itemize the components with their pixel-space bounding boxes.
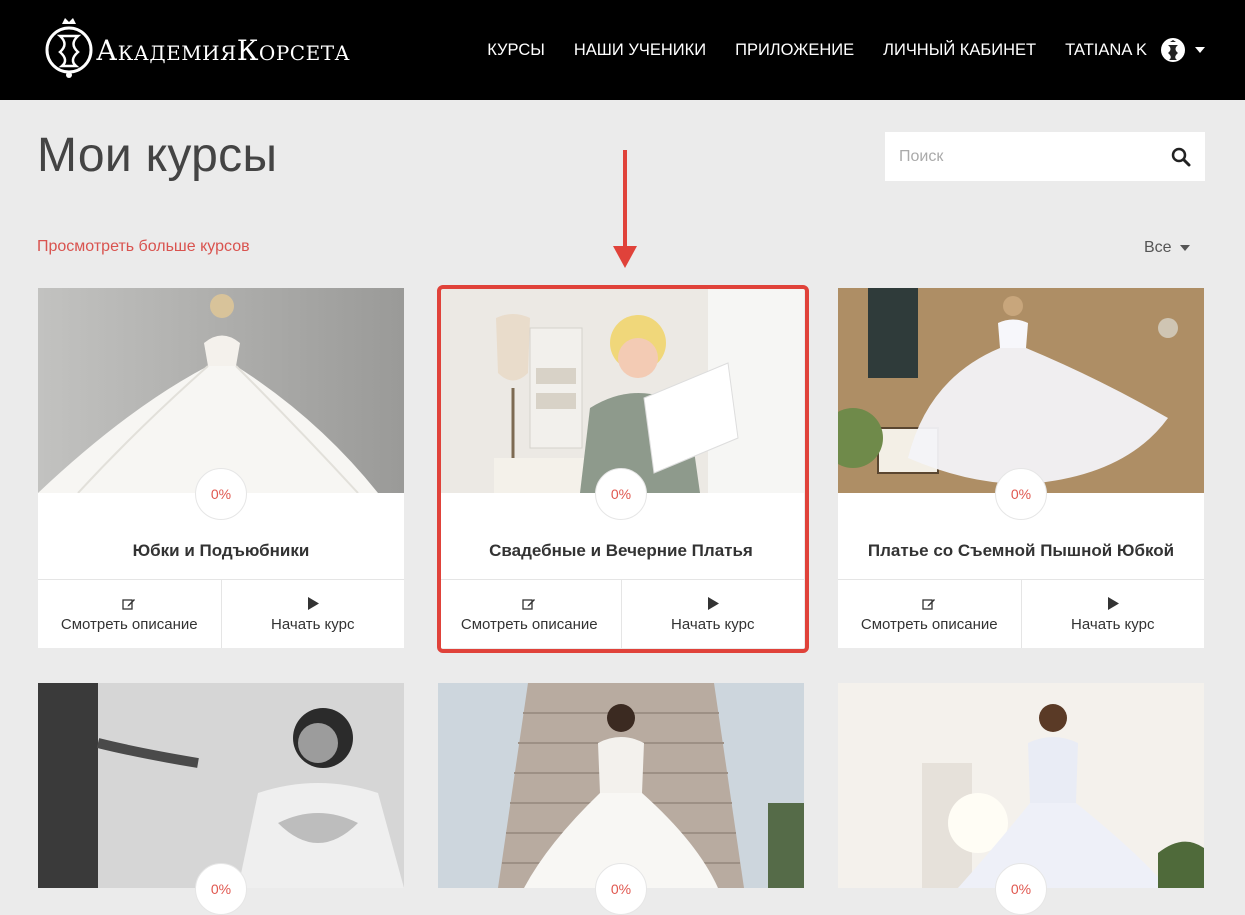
- view-description-label: Смотреть описание: [460, 615, 598, 633]
- edit-icon: [922, 596, 936, 612]
- progress-badge: 0%: [595, 863, 647, 915]
- view-description-label: Смотреть описание: [60, 615, 198, 633]
- play-icon: [307, 596, 319, 612]
- annotation-arrow-icon: [613, 150, 637, 268]
- course-image[interactable]: [838, 288, 1204, 493]
- view-description-button[interactable]: Смотреть описание: [438, 580, 621, 648]
- chevron-down-icon[interactable]: [1195, 47, 1205, 53]
- course-image[interactable]: [438, 683, 804, 888]
- chevron-down-icon: [1179, 245, 1190, 251]
- progress-badge: 0%: [195, 468, 247, 520]
- edit-icon: [522, 596, 536, 612]
- site-header: АкадемияКорсета КУРСЫ НАШИ УЧЕНИКИ ПРИЛО…: [0, 0, 1245, 100]
- card-actions: Смотреть описание Начать курс: [38, 579, 404, 648]
- course-card[interactable]: 0% Свадебные и Вечерние Платья Смотреть …: [438, 288, 804, 648]
- view-description-button[interactable]: Смотреть описание: [38, 580, 221, 648]
- course-image[interactable]: [38, 683, 404, 888]
- course-card[interactable]: 0%: [38, 683, 404, 915]
- course-card[interactable]: 0%: [838, 683, 1204, 915]
- nav-item-courses[interactable]: КУРСЫ: [487, 41, 545, 60]
- main-nav: КУРСЫ НАШИ УЧЕНИКИ ПРИЛОЖЕНИЕ ЛИЧНЫЙ КАБ…: [487, 0, 1205, 100]
- play-icon: [1107, 596, 1119, 612]
- progress-badge: 0%: [195, 863, 247, 915]
- view-description-label: Смотреть описание: [860, 615, 998, 633]
- play-icon: [707, 596, 719, 612]
- nav-item-students[interactable]: НАШИ УЧЕНИКИ: [574, 41, 706, 60]
- user-menu-name[interactable]: TATIANA K: [1065, 41, 1147, 60]
- progress-badge: 0%: [995, 468, 1047, 520]
- progress-badge: 0%: [995, 863, 1047, 915]
- corset-avatar-icon: [1168, 40, 1178, 60]
- filter-label: Все: [1144, 239, 1172, 256]
- course-image[interactable]: [438, 288, 804, 493]
- course-card[interactable]: 0% Платье со Съемной Пышной Юбкой Смотре…: [838, 288, 1204, 648]
- search-input[interactable]: [885, 132, 1155, 181]
- course-image[interactable]: [38, 288, 404, 493]
- course-card[interactable]: 0% Юбки и Подъюбники Смотреть описание Н…: [38, 288, 404, 648]
- nav-item-account[interactable]: ЛИЧНЫЙ КАБИНЕТ: [883, 41, 1036, 60]
- start-course-label: Начать курс: [271, 615, 355, 633]
- view-description-button[interactable]: Смотреть описание: [838, 580, 1021, 648]
- progress-badge: 0%: [595, 468, 647, 520]
- search-box: [885, 132, 1205, 181]
- start-course-button[interactable]: Начать курс: [220, 580, 405, 648]
- start-course-label: Начать курс: [671, 615, 755, 633]
- logo[interactable]: АкадемияКорсета: [44, 14, 350, 80]
- page-title: Мои курсы: [37, 129, 278, 182]
- edit-icon: [122, 596, 136, 612]
- more-courses-link[interactable]: Просмотреть больше курсов: [37, 238, 250, 256]
- course-image[interactable]: [838, 683, 1204, 888]
- card-actions: Смотреть описание Начать курс: [438, 579, 804, 648]
- nav-item-app[interactable]: ПРИЛОЖЕНИЕ: [735, 41, 854, 60]
- filter-dropdown[interactable]: Все: [1144, 239, 1190, 257]
- start-course-label: Начать курс: [1071, 615, 1155, 633]
- avatar[interactable]: [1161, 38, 1185, 62]
- start-course-button[interactable]: Начать курс: [1020, 580, 1205, 648]
- search-icon[interactable]: [1171, 147, 1191, 167]
- corset-logo-icon: [45, 18, 93, 78]
- start-course-button[interactable]: Начать курс: [620, 580, 805, 648]
- logo-text: АкадемияКорсета: [96, 33, 351, 67]
- card-actions: Смотреть описание Начать курс: [838, 579, 1204, 648]
- course-card[interactable]: 0%: [438, 683, 804, 915]
